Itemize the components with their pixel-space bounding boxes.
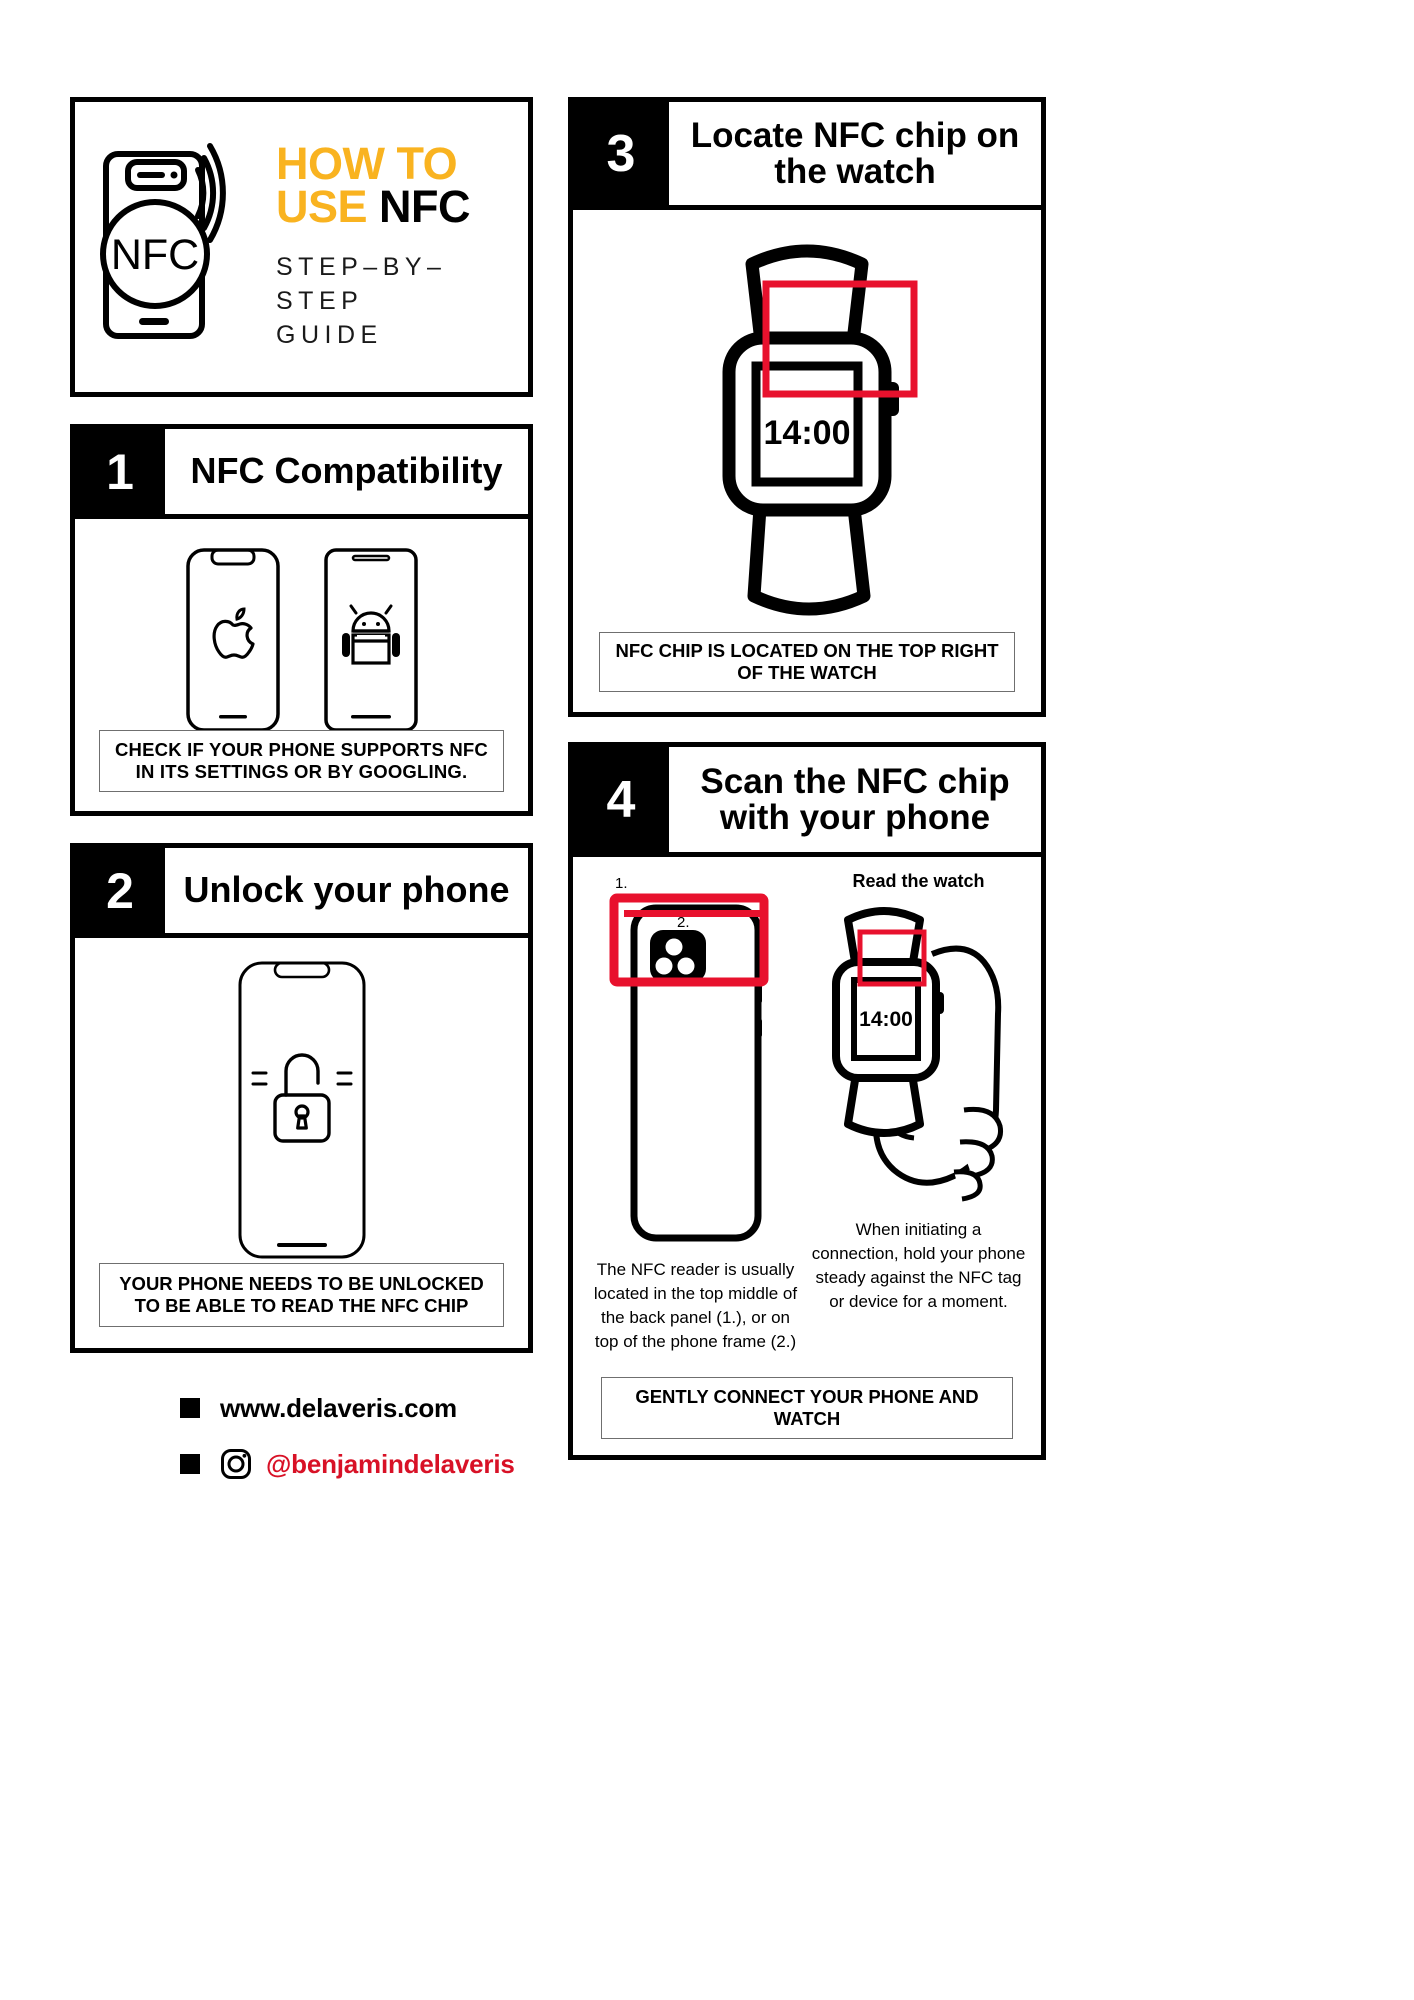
instagram-handle[interactable]: @benjamindelaveris: [266, 1449, 515, 1480]
page-subtitle: STEP–BY–STEP GUIDE: [276, 253, 447, 349]
square-bullet-icon: [180, 1398, 200, 1418]
nfc-phone-signal-icon: NFC: [85, 102, 270, 392]
marker-2-label: 2.: [677, 914, 690, 931]
nfc-logo-text: NFC: [111, 231, 199, 279]
step-3-title: Locate NFC chip on the watch: [690, 115, 1020, 191]
footer-website-row[interactable]: www.delaveris.com: [70, 1380, 533, 1436]
footer-instagram-row[interactable]: @benjamindelaveris: [70, 1436, 533, 1492]
step-4-desc-left: The NFC reader is usually located in the…: [593, 1260, 798, 1352]
infographic-page: NFC HOW TO USE NFC STEP–BY–STEP GUIDE 1 …: [0, 0, 1414, 2000]
step-4-title: Scan the NFC chip with your phone: [700, 761, 1010, 837]
phone-frame-highlight: [623, 910, 764, 917]
step-panel-4: 4 Scan the NFC chip with your phone 1. 2…: [568, 742, 1046, 1460]
step-panel-3: 3 Locate NFC chip on the watch 14:00 NFC…: [568, 97, 1046, 717]
footer: www.delaveris.com @benjamindelaveris: [70, 1380, 533, 1500]
watch-time-small: 14:00: [859, 1008, 913, 1031]
unlocked-padlock-phone-icon: [75, 938, 528, 1260]
instagram-icon: [220, 1448, 252, 1480]
step-1-title: NFC Compatibility: [190, 450, 503, 492]
step-4-desc-right: When initiating a connection, hold your …: [811, 1220, 1026, 1312]
step-panel-1: 1 NFC Compatibility CHECK IF YOUR PHONE …: [70, 424, 533, 816]
step-panel-2: 2 Unlock your phone YOUR PHONE NEEDS TO …: [70, 843, 533, 1353]
step-4-caption: GENTLY CONNECT YOUR PHONE AND WATCH: [601, 1377, 1013, 1439]
website-link[interactable]: www.delaveris.com: [220, 1393, 457, 1424]
marker-1-label: 1.: [615, 875, 628, 892]
step-2-number: 2: [75, 848, 165, 933]
title-line-2: USE NFC: [276, 181, 471, 233]
apple-phone-icon: [185, 547, 281, 733]
step-3-header: 3 Locate NFC chip on the watch: [573, 102, 1041, 210]
step-1-caption: CHECK IF YOUR PHONE SUPPORTS NFC IN ITS …: [99, 730, 504, 792]
step-3-caption: NFC CHIP IS LOCATED ON THE TOP RIGHT OF …: [599, 632, 1015, 692]
step-4-header: 4 Scan the NFC chip with your phone: [573, 747, 1041, 857]
title-line-1: HOW TO: [276, 137, 458, 189]
smartwatch-illustration: 14:00: [573, 210, 1041, 632]
square-bullet-icon: [180, 1454, 200, 1474]
step-2-header: 2 Unlock your phone: [75, 848, 528, 938]
android-phone-icon: [323, 547, 419, 733]
title-panel: NFC HOW TO USE NFC STEP–BY–STEP GUIDE: [70, 97, 533, 397]
watch-time: 14:00: [764, 414, 851, 452]
step-4-number: 4: [573, 747, 669, 852]
read-the-watch-heading: Read the watch: [852, 871, 985, 891]
step-1-header: 1 NFC Compatibility: [75, 429, 528, 519]
step-2-title: Unlock your phone: [183, 869, 510, 911]
hand-watch-illustration-col: Read the watch 14:00 When initiating a c…: [810, 867, 1027, 1355]
phone-back-illustration-col: 1. 2. The NFC reader is usually located …: [587, 867, 804, 1355]
step-3-number: 3: [573, 102, 669, 205]
step-1-number: 1: [75, 429, 165, 514]
step-2-caption: YOUR PHONE NEEDS TO BE UNLOCKED TO BE AB…: [99, 1263, 504, 1327]
